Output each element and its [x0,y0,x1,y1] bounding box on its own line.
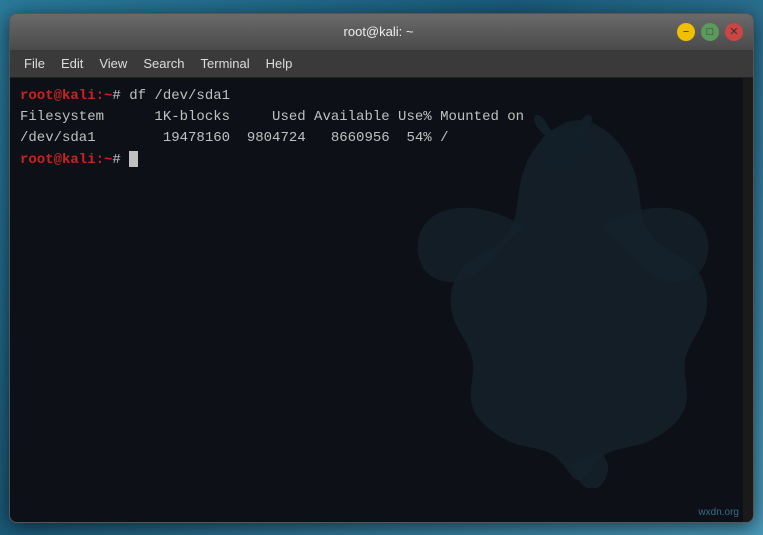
menu-file[interactable]: File [16,54,53,73]
terminal-line-2: Filesystem 1K-blocks Used Available Use%… [20,107,743,128]
prompt-1: root@kali: [20,88,104,104]
menu-help[interactable]: Help [258,54,301,73]
terminal-line-3: /dev/sda1 19478160 9804724 8660956 54% / [20,128,743,149]
scrollbar-track[interactable] [743,78,753,522]
watermark-text: wxdn.org [698,507,739,518]
window-title: root@kali: ~ [80,24,677,39]
terminal-line-1: root@kali:~# df /dev/sda1 [20,86,743,107]
prompt-2: root@kali: [20,152,104,168]
menu-edit[interactable]: Edit [53,54,91,73]
menubar: File Edit View Search Terminal Help [10,50,753,78]
terminal-window: root@kali: ~ − □ ✕ File Edit View Search… [9,13,754,523]
terminal-content[interactable]: root@kali:~# df /dev/sda1 Filesystem 1K-… [10,78,753,522]
terminal-body[interactable]: root@kali:~# df /dev/sda1 Filesystem 1K-… [10,78,753,522]
terminal-line-4: root@kali:~# [20,149,743,171]
menu-terminal[interactable]: Terminal [193,54,258,73]
maximize-button[interactable]: □ [701,23,719,41]
cursor [129,151,137,167]
cmd-1: # df /dev/sda1 [112,88,230,104]
titlebar: root@kali: ~ − □ ✕ [10,14,753,50]
minimize-button[interactable]: − [677,23,695,41]
window-controls: − □ ✕ [677,23,743,41]
menu-search[interactable]: Search [135,54,192,73]
cursor-block: # [112,152,129,168]
close-button[interactable]: ✕ [725,23,743,41]
menu-view[interactable]: View [91,54,135,73]
